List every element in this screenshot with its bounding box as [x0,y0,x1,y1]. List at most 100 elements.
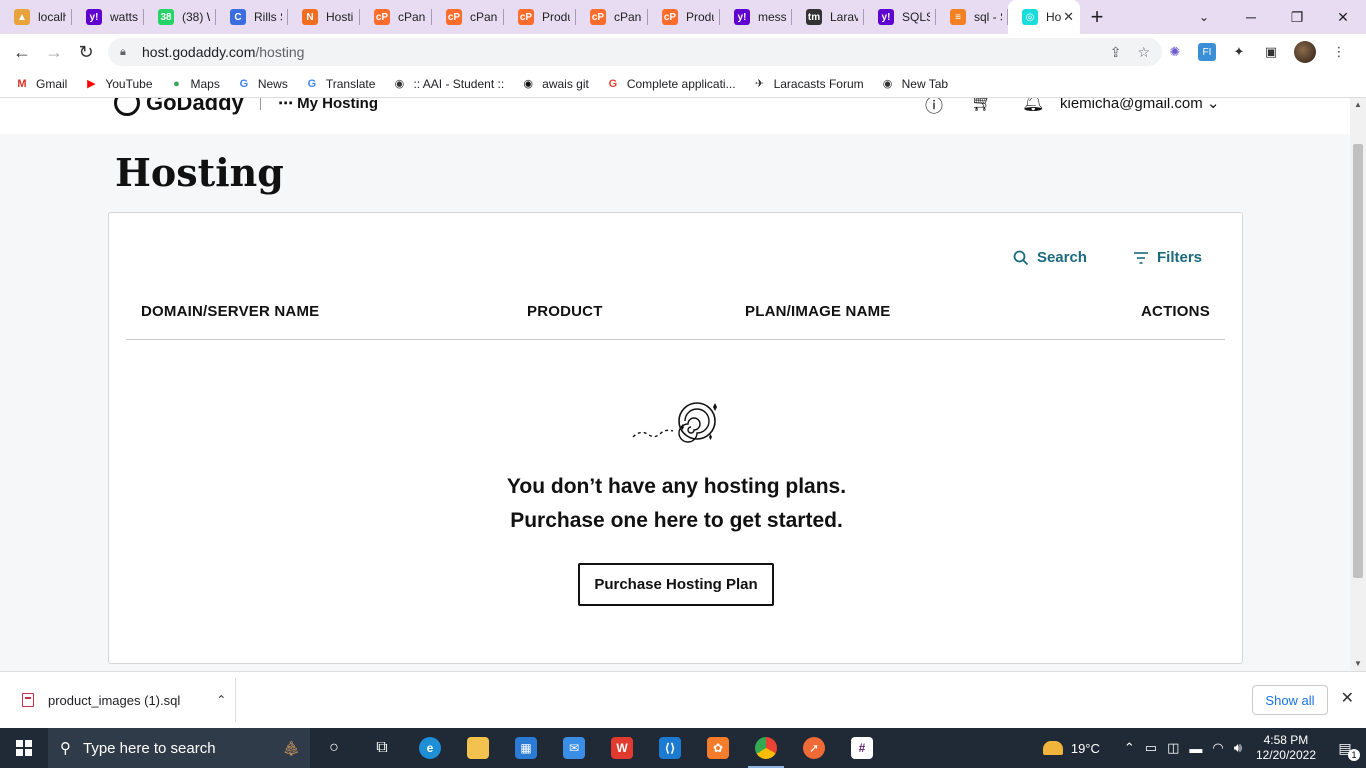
menu-kebab-icon[interactable]: ⋮ [1330,43,1348,61]
help-icon[interactable]: ⓘ [925,98,943,118]
bell-icon[interactable]: 🔔︎ [1022,98,1045,118]
bookmark-favicon-icon: ◉ [523,78,533,90]
column-header-plan[interactable]: PLAN/IMAGE NAME [745,303,891,320]
vscode-icon[interactable]: ⟨⟩ [646,728,694,768]
share-icon[interactable]: ⇪ [1110,44,1122,61]
slack-icon[interactable]: # [838,728,886,768]
download-item[interactable]: product_images (1).sql ⌃ [0,678,236,722]
postman-icon[interactable]: ➚ [790,728,838,768]
bookmark-item[interactable]: G Translate [304,76,376,92]
task-view-icon[interactable]: ⧉ [358,728,406,768]
bookmark-label: Complete applicati... [626,76,736,91]
tab-favicon-icon: y! [734,9,750,25]
scroll-down-arrow-icon[interactable]: ▼ [1353,659,1363,669]
scroll-up-arrow-icon[interactable]: ▲ [1353,100,1363,110]
browser-tab[interactable]: ≡ sql - S [936,0,1008,34]
extension-fi-icon[interactable]: FI [1198,43,1216,61]
scroll-thumb[interactable] [1353,144,1363,578]
restore-button[interactable]: ❐ [1274,0,1320,34]
start-button[interactable] [0,728,48,768]
notification-center-icon[interactable]: ▤ 1 [1334,737,1360,761]
page-scrollbar[interactable]: ▲ ▼ [1350,98,1366,671]
filters-button[interactable]: Filters [1133,249,1202,266]
extensions-puzzle-icon[interactable]: ✦ [1230,43,1248,61]
reload-button[interactable]: ↻ [70,36,102,68]
browser-tab[interactable]: cP cPane [576,0,648,34]
tab-search-icon[interactable]: ⌄ [1192,0,1216,34]
bookmark-item[interactable]: ▶ YouTube [83,76,152,92]
search-button[interactable]: Search [1013,249,1087,266]
back-button[interactable]: ← [6,36,38,68]
tab-favicon-icon: tm [806,9,822,25]
sidepanel-icon[interactable]: ▣ [1262,43,1280,61]
tab-active[interactable]: ◎ Ho ✕ [1008,0,1080,34]
browser-tab[interactable]: cP cPane [360,0,432,34]
tab-label: messa [758,10,786,24]
close-window-button[interactable]: ✕ [1320,0,1366,34]
extension-gear-icon[interactable]: ✺ [1166,43,1184,61]
godaddy-logo[interactable]: GoDaddy [114,98,244,116]
tab-favicon-icon: ▲ [14,9,30,25]
tab-label: Produ [542,10,570,24]
wifi-icon[interactable]: ◠ [1212,740,1223,756]
mail-icon[interactable]: ✉ [550,728,598,768]
taskbar-search[interactable]: ⚲ Type here to search 🎄︎ [48,728,310,768]
store-icon[interactable]: ▦ [502,728,550,768]
weather-widget[interactable]: 19°C [1042,741,1100,756]
browser-tab[interactable]: y! SQLST [864,0,936,34]
xampp-icon[interactable]: ✿ [694,728,742,768]
wps-icon[interactable]: W [598,728,646,768]
godaddy-logo-text: GoDaddy [146,98,244,115]
address-bar[interactable]: 🔒︎ host.godaddy.com/hosting ⇪ ☆ [108,38,1162,66]
volume-icon[interactable]: 🔊︎ [1234,740,1242,756]
browser-tab[interactable]: cP cPane [432,0,504,34]
edge-icon[interactable]: e [406,728,454,768]
bookmark-item[interactable]: G News [236,76,288,92]
forward-button[interactable]: → [38,36,70,68]
browser-tab[interactable]: 38 (38) W [144,0,216,34]
column-header-product[interactable]: PRODUCT [527,303,603,320]
account-menu[interactable]: kiemicha@gmail.com ⌄ [1060,98,1220,112]
cortana-icon[interactable]: ○ [310,728,358,768]
close-tab-icon[interactable]: ✕ [1063,9,1074,25]
browser-tab[interactable]: y! watts [72,0,144,34]
bookmark-item[interactable]: ◉:: AAI - Student :: [391,76,505,92]
cart-icon[interactable]: 🛒︎ [971,98,994,118]
my-hosting-menu[interactable]: ⋯ My Hosting [278,98,378,112]
profile-avatar[interactable] [1294,41,1316,63]
empty-message-line1: You don’t have any hosting plans. [506,475,847,498]
browser-tab[interactable]: C Rills S [216,0,288,34]
bookmark-star-icon[interactable]: ☆ [1137,44,1150,61]
chevron-up-icon[interactable]: ⌃ [216,693,226,707]
new-tab-button[interactable]: + [1080,0,1114,34]
show-all-button[interactable]: Show all [1252,685,1328,715]
bookmark-favicon-icon: ✈ [754,78,765,90]
webcam-icon[interactable]: ◫ [1167,740,1179,756]
clock[interactable]: 4:58 PM 12/20/2022 [1256,733,1316,763]
browser-tab[interactable]: y! messa [720,0,792,34]
browser-tab[interactable]: ▲ localh [0,0,72,34]
bookmark-item[interactable]: G Complete applicati... [605,76,736,92]
chrome-icon[interactable] [742,728,790,768]
minimize-button[interactable]: ─ [1228,0,1274,34]
browser-tab[interactable]: cP Produ [648,0,720,34]
browser-toolbar: ← → ↻ 🔒︎ host.godaddy.com/hosting ⇪ ☆ ✺ … [0,34,1366,70]
godaddy-logo-mark-icon [114,98,140,116]
battery-icon[interactable]: ▬ [1189,741,1202,756]
bookmark-item[interactable]: M Gmail [14,76,67,92]
bookmark-item[interactable]: ◉ awais git [520,76,589,92]
bookmarks-bar: M Gmail ▶ YouTube ● Maps G News G Translate ◉:: AA… [0,70,1366,98]
bookmark-item[interactable]: ◉ New Tab [880,76,948,92]
browser-tab[interactable]: N Hostin [288,0,360,34]
browser-tab[interactable]: tm Larave [792,0,864,34]
browser-tab[interactable]: cP Produ [504,0,576,34]
purchase-hosting-plan-button[interactable]: Purchase Hosting Plan [578,563,774,606]
bookmark-item[interactable]: ● Maps [169,76,220,92]
bookmark-item[interactable]: ✈ Laracasts Forum [752,76,864,92]
show-hidden-icons-icon[interactable]: ⌃ [1124,740,1135,756]
meet-now-icon[interactable]: ▭ [1145,740,1157,756]
close-downloads-icon[interactable]: ✕ [1341,688,1354,708]
column-header-domain[interactable]: DOMAIN/SERVER NAME [141,303,319,320]
account-email: kiemicha@gmail.com [1060,98,1203,112]
file-explorer-icon[interactable] [454,728,502,768]
